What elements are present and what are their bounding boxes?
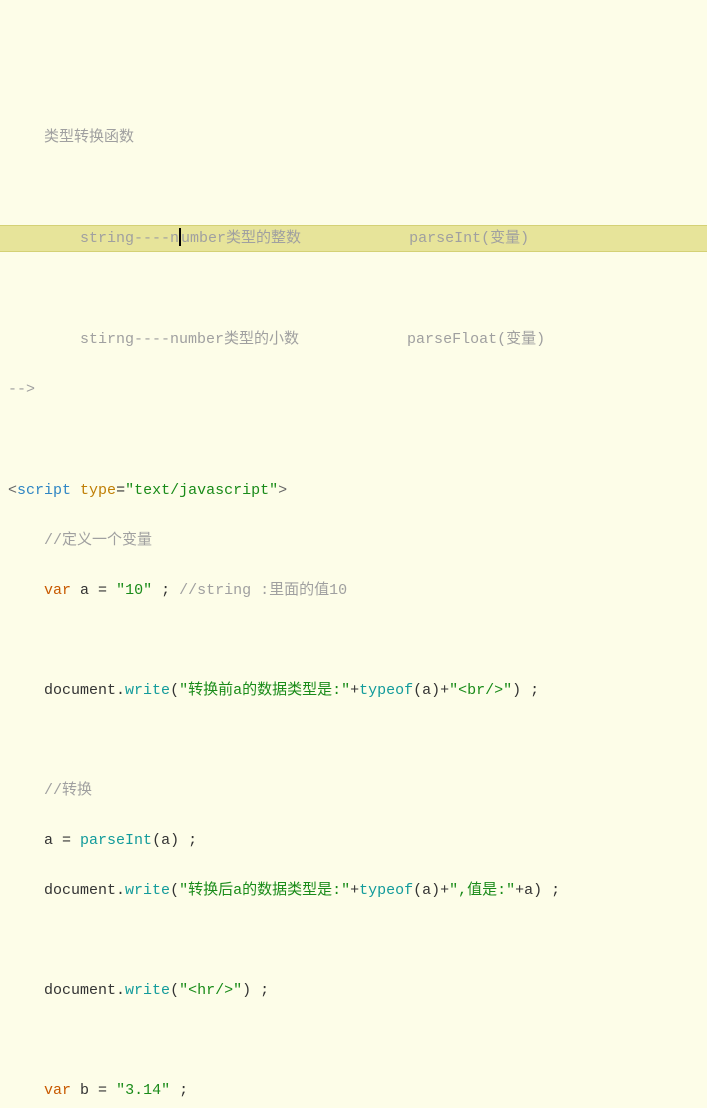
code-line: document.write("<hr/>") ; [0,978,707,1003]
code-line: //定义一个变量 [0,528,707,553]
code-line: document.write("转换前a的数据类型是:"+typeof(a)+"… [0,678,707,703]
comment: //string :里面的值10 [179,582,347,599]
typeof: typeof [359,682,413,699]
code-line [0,175,707,200]
object: document [44,982,116,999]
code-line: document.write("转换后a的数据类型是:"+typeof(a)+"… [0,878,707,903]
tag-name: script [17,482,71,499]
function-call: write [125,982,170,999]
code-line: stirng----number类型的小数 parseFloat(变量) [0,327,707,352]
keyword-var: var [44,1082,71,1099]
code-line: a = parseInt(a) ; [0,828,707,853]
code-line [0,628,707,653]
comment-end: --> [8,381,35,398]
identifier: b [71,1082,98,1099]
tag-bracket: < [8,482,17,499]
string: "转换前a的数据类型是:" [179,682,350,699]
comment: //定义一个变量 [44,532,152,549]
dot: . [116,682,125,699]
typeof: typeof [359,882,413,899]
code-line: var a = "10" ; //string :里面的值10 [0,578,707,603]
code-text: (a)+ [413,882,449,899]
code-line: 类型转换函数 [0,125,707,150]
comment-text: umber类型的整数 parseInt(变量) [181,230,529,247]
equals: = [116,482,125,499]
code-text: ; [152,582,179,599]
operator: + [350,682,359,699]
comment: //转换 [44,782,92,799]
object: document [44,682,116,699]
function-call: write [125,682,170,699]
string: "text/javascript" [125,482,278,499]
comment-text: string----n [80,230,179,247]
string: "<br/>" [449,682,512,699]
current-line[interactable]: string----number类型的整数 parseInt(变量) [0,225,707,252]
operator: = [98,1082,116,1099]
code-text: +a) ; [515,882,560,899]
string: "转换后a的数据类型是:" [179,882,350,899]
dot: . [116,982,125,999]
code-line [0,928,707,953]
tag-bracket: > [278,482,287,499]
code-line [0,428,707,453]
string: "10" [116,582,152,599]
code-text: ; [170,1082,188,1099]
paren: ( [170,682,179,699]
code-editor[interactable]: 类型转换函数 string----number类型的整数 parseInt(变量… [0,100,707,1108]
object: document [44,882,116,899]
code-line [0,277,707,302]
string: "3.14" [116,1082,170,1099]
operator: + [350,882,359,899]
identifier: a [44,832,62,849]
dot: . [116,882,125,899]
attr-name: type [80,482,116,499]
code-line [0,1028,707,1053]
code-line [0,728,707,753]
paren: ( [170,982,179,999]
code-line: var b = "3.14" ; [0,1078,707,1103]
function-call: write [125,882,170,899]
keyword-var: var [44,582,71,599]
string: ",值是:" [449,882,515,899]
comment-text: stirng----number类型的小数 parseFloat(变量) [80,331,545,348]
code-line: //转换 [0,778,707,803]
code-text: ) ; [242,982,269,999]
code-text: (a) ; [152,832,197,849]
code-text: ) ; [512,682,539,699]
operator: = [62,832,80,849]
function-call: parseInt [80,832,152,849]
paren: ( [170,882,179,899]
identifier: a [71,582,98,599]
operator: = [98,582,116,599]
code-line: <script type="text/javascript"> [0,478,707,503]
comment-text: 类型转换函数 [44,129,134,146]
code-line: --> [0,377,707,402]
text-cursor [179,228,181,246]
code-text: (a)+ [413,682,449,699]
string: "<hr/>" [179,982,242,999]
